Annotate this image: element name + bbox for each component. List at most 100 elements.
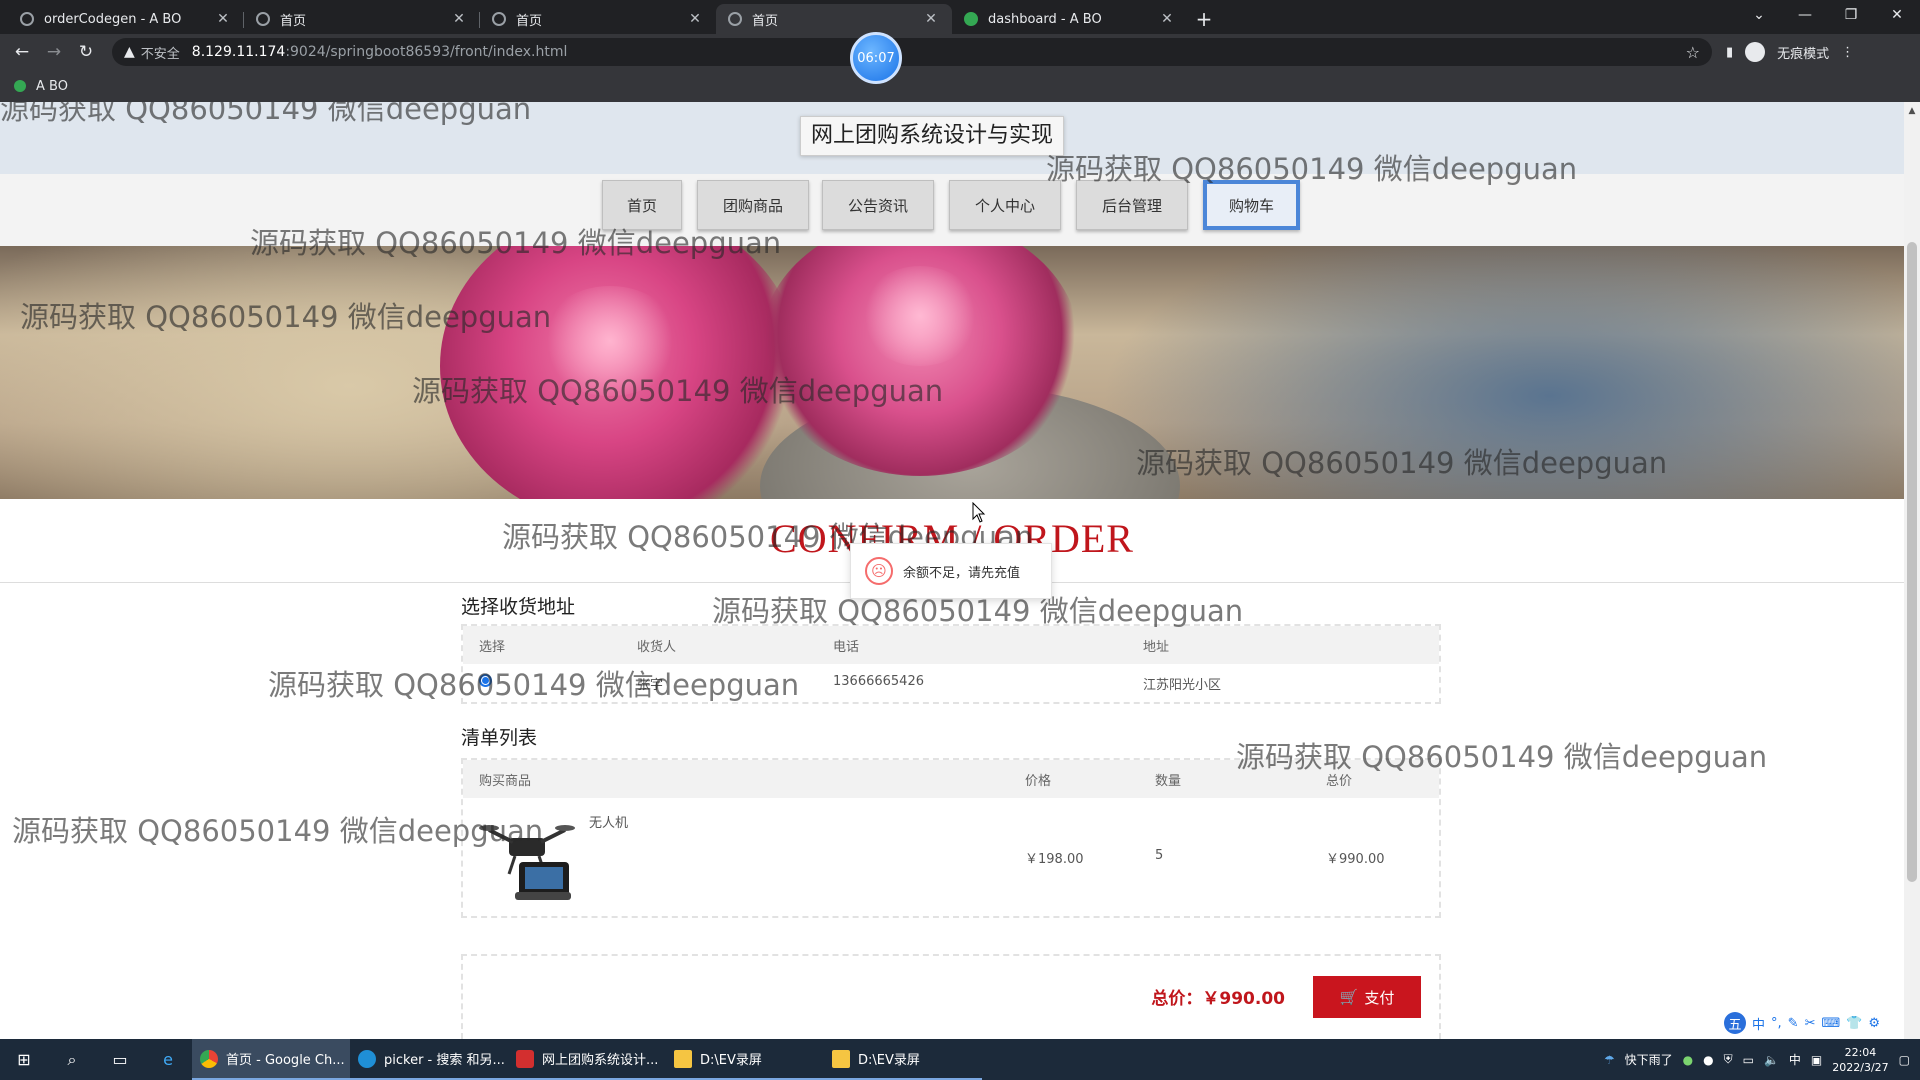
umbrella-icon: ☂ [1603,1052,1615,1067]
watermark-text: 源码获取 QQ86050149 微信deepguan [20,300,552,334]
notification-icon[interactable]: ▢ [1899,1053,1910,1067]
globe-icon [728,12,742,26]
pay-label: 支付 [1364,989,1395,1007]
clock[interactable]: 22:04 2022/3/27 [1832,1045,1888,1075]
windows-taskbar: ⊞ ⌕ ▭ e 首页 - Google Ch... picker - 搜索 和另… [0,1039,1920,1080]
network-icon[interactable]: ▭ [1743,1053,1754,1067]
incognito-icon [1745,42,1766,62]
close-window-button[interactable]: ✕ [1874,0,1920,30]
close-tab-icon[interactable]: ✕ [1158,11,1176,27]
ime-scissors-icon[interactable]: ✂ [1805,1016,1816,1031]
mouse-cursor-icon [972,502,986,523]
task-view-icon[interactable]: ▭ [96,1039,144,1080]
clock-time: 22:04 [1844,1045,1877,1059]
bookmarks-bar: A BO [0,70,1920,102]
ime-logo-icon[interactable]: 五 [1724,1012,1746,1034]
bookmark-star-icon[interactable]: ☆ [1686,43,1700,62]
browser-tab[interactable]: 首页 ✕ [480,4,716,34]
taskbar-app-chrome[interactable]: 首页 - Google Ch... [192,1039,350,1080]
ime-pen-icon[interactable]: ✎ [1788,1016,1799,1031]
restore-button[interactable]: ❐ [1828,0,1874,30]
back-icon[interactable]: ← [8,38,36,66]
taskbar-app-edge[interactable]: picker - 搜索 和另... [350,1039,508,1080]
nav-news[interactable]: 公告资讯 [822,180,934,230]
tray-app-icon[interactable]: ● [1703,1053,1713,1067]
close-tab-icon[interactable]: ✕ [686,11,704,27]
warning-icon: ▲ [124,44,135,60]
watermark-text: 源码获取 QQ86050149 微信deepguan [268,668,800,702]
close-tab-icon[interactable]: ✕ [214,11,232,27]
folder-icon [674,1049,692,1068]
column-header: 选择 [479,639,506,655]
toast-message: ☹ 余额不足，请先充值 [850,543,1052,599]
wechat-icon[interactable]: ● [1683,1053,1693,1067]
site-title: 网上团购系统设计与实现 [800,116,1065,156]
reload-icon[interactable]: ↻ [72,38,100,66]
weather-text[interactable]: 快下雨了 [1625,1051,1673,1068]
edge-icon [358,1049,376,1068]
page-scrollbar[interactable]: ▲ [1904,102,1920,1039]
browser-tab[interactable]: orderCodegen - A BO ✕ [8,4,244,34]
product-price: ￥198.00 [1025,852,1084,867]
search-icon[interactable]: ⌕ [48,1039,96,1080]
minimize-button[interactable]: — [1782,0,1828,30]
ime-indicator[interactable]: 中 [1789,1051,1801,1068]
new-tab-button[interactable]: + [1188,4,1220,34]
clock-date: 2022/3/27 [1832,1060,1889,1074]
insecure-label: 不安全 [140,46,180,62]
browser-tab[interactable]: 首页 ✕ [244,4,480,34]
url-path: :9024/springboot86593/front/index.html [285,44,568,60]
product-quantity: 5 [1155,848,1164,863]
scroll-up-icon[interactable]: ▲ [1904,106,1920,116]
column-header: 价格 [1025,773,1052,789]
ime-punct-icon[interactable]: °, [1771,1016,1782,1031]
tab-search-icon[interactable]: ⌄ [1736,0,1782,30]
forward-icon[interactable]: → [40,38,68,66]
column-header: 收货人 [637,639,677,655]
web-page: 网上团购系统设计与实现 首页 团购商品 公告资讯 个人中心 后台管理 购物车 C… [0,102,1904,1039]
incognito-label[interactable]: 无痕模式 [1777,43,1829,62]
product-name: 无人机 [589,816,629,831]
column-header: 电话 [833,639,860,655]
close-tab-icon[interactable]: ✕ [922,11,940,27]
ie-icon[interactable]: e [144,1039,192,1080]
scrollbar-thumb[interactable] [1907,242,1917,882]
ime-tray-icon[interactable]: ▣ [1811,1053,1822,1067]
shield-icon[interactable]: ⛨ [1724,1052,1733,1067]
watermark-text: 源码获取 QQ86050149 微信deepguan [250,226,782,260]
pay-button[interactable]: 🛒 支付 [1313,976,1421,1018]
column-header: 购买商品 [479,773,532,789]
ime-settings-icon[interactable]: ⚙ [1868,1016,1880,1031]
column-header: 数量 [1155,773,1182,789]
chrome-icon [200,1049,218,1068]
menu-icon[interactable]: ⋮ [1841,45,1854,60]
browser-tab[interactable]: dashboard - A BO ✕ [952,4,1188,34]
address-bar[interactable]: ▲ 不安全 8.129.11.174:9024/springboot86593/… [112,38,1712,66]
globe-icon [20,12,34,26]
green-dot-icon [964,12,978,26]
side-panel-icon[interactable]: ▮ [1726,45,1733,60]
taskbar-app-site[interactable]: 网上团购系统设计... [508,1039,666,1080]
ime-mode-label[interactable]: 中 [1752,1014,1765,1033]
ime-shirt-icon[interactable]: 👕 [1846,1016,1862,1031]
globe-icon [256,12,270,26]
watermark-text: 源码获取 QQ86050149 微信deepguan [0,102,532,126]
column-header: 地址 [1143,639,1170,655]
order-item-row: 无人机 ￥198.00 5 ￥990.00 [463,798,1439,916]
order-items-table: 购买商品 价格 数量 总价 无人机 ￥198.00 5 ￥990.00 [461,758,1441,918]
receiver-address: 江苏阳光小区 [1143,678,1222,693]
taskbar-app-folder[interactable]: D:\EV录屏 [666,1039,824,1080]
product-total: ￥990.00 [1326,852,1385,867]
bookmark-item[interactable]: A BO [36,79,68,94]
address-table-header: 选择 收货人 电话 地址 [463,626,1439,664]
ime-keyboard-icon[interactable]: ⌨ [1821,1016,1840,1031]
watermark-text: 源码获取 QQ86050149 微信deepguan [412,374,944,408]
nav-user-center[interactable]: 个人中心 [949,180,1061,230]
taskbar-app-folder[interactable]: D:\EV录屏 [824,1039,982,1080]
close-tab-icon[interactable]: ✕ [450,11,468,27]
total-label: 总价： [1151,989,1203,1009]
total-price: 总价：￥990.00 [1151,984,1285,1009]
volume-icon[interactable]: 🔈 [1764,1053,1779,1067]
windows-start-icon[interactable]: ⊞ [0,1039,48,1080]
browser-tab-active[interactable]: 首页 ✕ [716,4,952,34]
